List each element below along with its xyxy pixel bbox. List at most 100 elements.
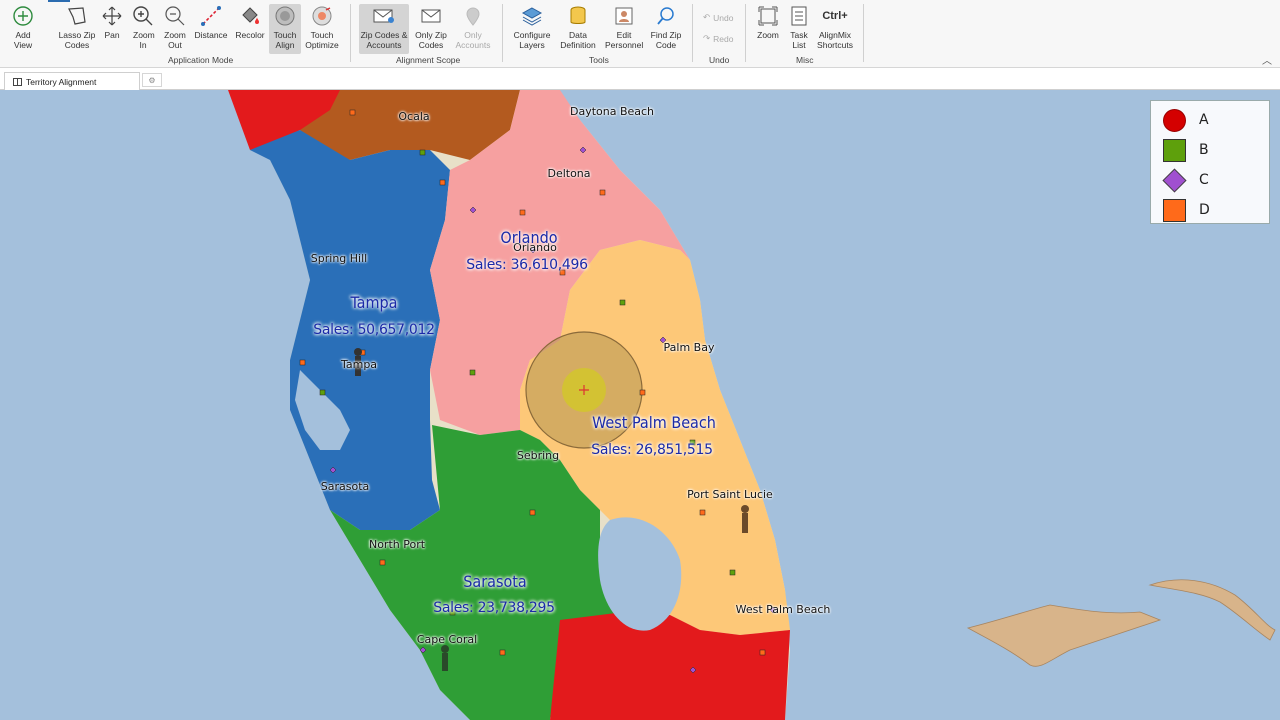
city-label: Spring Hill — [310, 252, 368, 265]
ribbon-separator — [863, 4, 864, 62]
group-label-undo: Undo — [709, 55, 730, 65]
ribbon-separator — [350, 4, 351, 62]
territory-sales-sarasota: Sales: 23,738,295 — [433, 600, 555, 616]
zip-codes-accounts-label: Zip Codes & Accounts — [360, 30, 408, 50]
legend-item-d: D — [1161, 197, 1210, 223]
city-label: Cape Coral — [416, 633, 478, 646]
undo-button[interactable]: ↶ Undo — [703, 12, 733, 23]
configure-layers-label: Configure Layers — [513, 30, 551, 50]
only-zip-codes-button[interactable]: Only Zip Codes — [412, 4, 450, 54]
edit-personnel-button[interactable]: Edit Personnel — [604, 4, 644, 54]
find-zip-code-label: Find Zip Code — [650, 30, 682, 50]
tab-label: Territory Alignment — [26, 76, 97, 87]
territory-map[interactable]: Ocala Daytona Beach Deltona Orlando Spri… — [0, 90, 1280, 720]
envelope-icon — [419, 4, 443, 28]
distance-ruler-icon — [199, 4, 223, 28]
task-list-button[interactable]: Task List — [787, 4, 811, 54]
bahamas-island — [966, 604, 1162, 667]
zip-codes-accounts-button[interactable]: Zip Codes & Accounts — [359, 4, 409, 54]
recolor-label: Recolor — [235, 30, 265, 40]
add-view-button[interactable]: Add View — [8, 4, 38, 54]
pan-label: Pan — [104, 30, 120, 40]
touch-optimize-icon — [310, 4, 334, 28]
territory-sales-west-palm-beach: Sales: 26,851,515 — [591, 442, 713, 458]
touch-optimize-button[interactable]: Touch Optimize — [304, 4, 340, 54]
ribbon-separator — [745, 4, 746, 62]
zoom-in-icon — [131, 4, 155, 28]
territory-sales-orlando: Sales: 36,610,496 — [466, 257, 588, 273]
layers-icon — [520, 4, 544, 28]
pan-arrows-icon — [100, 4, 124, 28]
task-list-icon — [787, 4, 811, 28]
zoom-extent-button[interactable]: Zoom — [755, 4, 781, 54]
alignmix-shortcuts-label: AlignMix Shortcuts — [817, 30, 853, 50]
zoom-out-label: Zoom Out — [164, 30, 186, 50]
ribbon-separator — [502, 4, 503, 62]
ctrl-glyph: Ctrl+ — [822, 10, 848, 22]
city-label: North Port — [368, 538, 426, 551]
legend-item-c: C — [1161, 167, 1209, 193]
document-tab-strip: Territory Alignment ⚙ — [0, 69, 1280, 90]
tab-territory-alignment[interactable]: Territory Alignment — [4, 72, 140, 90]
redo-button[interactable]: ↷ Redo — [703, 33, 733, 44]
collapse-ribbon-icon[interactable]: ︿ — [1262, 52, 1272, 67]
distance-label: Distance — [194, 30, 228, 40]
ribbon-separator — [692, 4, 693, 62]
city-label: Sarasota — [320, 480, 370, 493]
pan-button[interactable]: Pan — [100, 4, 124, 54]
map-legend: A B C D — [1150, 100, 1270, 224]
legend-label: A — [1199, 112, 1209, 128]
touch-align-button[interactable]: Touch Align — [269, 4, 301, 54]
city-label: Tampa — [340, 358, 378, 371]
legend-item-a: A — [1161, 107, 1209, 133]
city-label: Ocala — [398, 110, 430, 123]
map-canvas — [228, 90, 1276, 720]
database-icon — [566, 4, 590, 28]
city-label: Daytona Beach — [569, 105, 655, 118]
group-label-application-mode: Application Mode — [168, 55, 234, 65]
recolor-button[interactable]: Recolor — [234, 4, 266, 54]
map-tab-icon — [13, 77, 22, 86]
keyboard-shortcut-icon: Ctrl+ — [822, 4, 848, 28]
lasso-icon — [65, 4, 89, 28]
configure-layers-button[interactable]: Configure Layers — [511, 4, 553, 54]
alignmix-shortcuts-button[interactable]: Ctrl+ AlignMix Shortcuts — [815, 4, 855, 54]
territory-name-orlando: Orlando — [500, 228, 558, 247]
legend-label: B — [1199, 142, 1209, 158]
distance-button[interactable]: Distance — [194, 4, 228, 54]
ribbon-accent — [48, 0, 70, 2]
touch-optimize-label: Touch Optimize — [305, 30, 339, 50]
lasso-zip-codes-button[interactable]: Lasso Zip Codes — [58, 4, 96, 54]
zoom-out-button[interactable]: Zoom Out — [161, 4, 189, 54]
new-tab-button[interactable]: ⚙ — [142, 73, 162, 87]
territory-name-sarasota: Sarasota — [463, 572, 527, 591]
zoom-extent-label: Zoom — [757, 30, 779, 40]
task-list-label: Task List — [790, 30, 808, 50]
group-label-tools: Tools — [589, 55, 609, 65]
data-definition-button[interactable]: Data Definition — [558, 4, 598, 54]
paint-bucket-icon — [238, 4, 262, 28]
data-definition-label: Data Definition — [560, 30, 596, 50]
edit-personnel-label: Edit Personnel — [605, 30, 644, 50]
city-label: Palm Bay — [663, 341, 715, 354]
square-marker-icon — [1162, 138, 1186, 162]
lasso-zip-codes-label: Lasso Zip Codes — [58, 30, 96, 50]
circle-marker-icon — [1162, 108, 1186, 132]
envelope-pin-icon — [372, 4, 396, 28]
only-accounts-button[interactable]: Only Accounts — [454, 4, 492, 54]
city-label: West Palm Beach — [735, 603, 831, 616]
legend-label: C — [1199, 172, 1209, 188]
undo-icon: ↶ — [703, 12, 711, 22]
square-marker-icon — [1162, 198, 1186, 222]
add-circle-icon — [11, 4, 35, 28]
find-zip-code-button[interactable]: Find Zip Code — [647, 4, 685, 54]
legend-item-b: B — [1161, 137, 1209, 163]
group-label-misc: Misc — [796, 55, 814, 65]
bahamas-island — [1148, 579, 1276, 641]
add-view-label: Add View — [13, 30, 33, 50]
touch-align-label: Touch Align — [273, 30, 297, 50]
redo-icon: ↷ — [703, 33, 711, 43]
zoom-in-button[interactable]: Zoom In — [130, 4, 156, 54]
diamond-marker-icon — [1161, 167, 1187, 193]
redo-label: Redo — [713, 33, 734, 44]
